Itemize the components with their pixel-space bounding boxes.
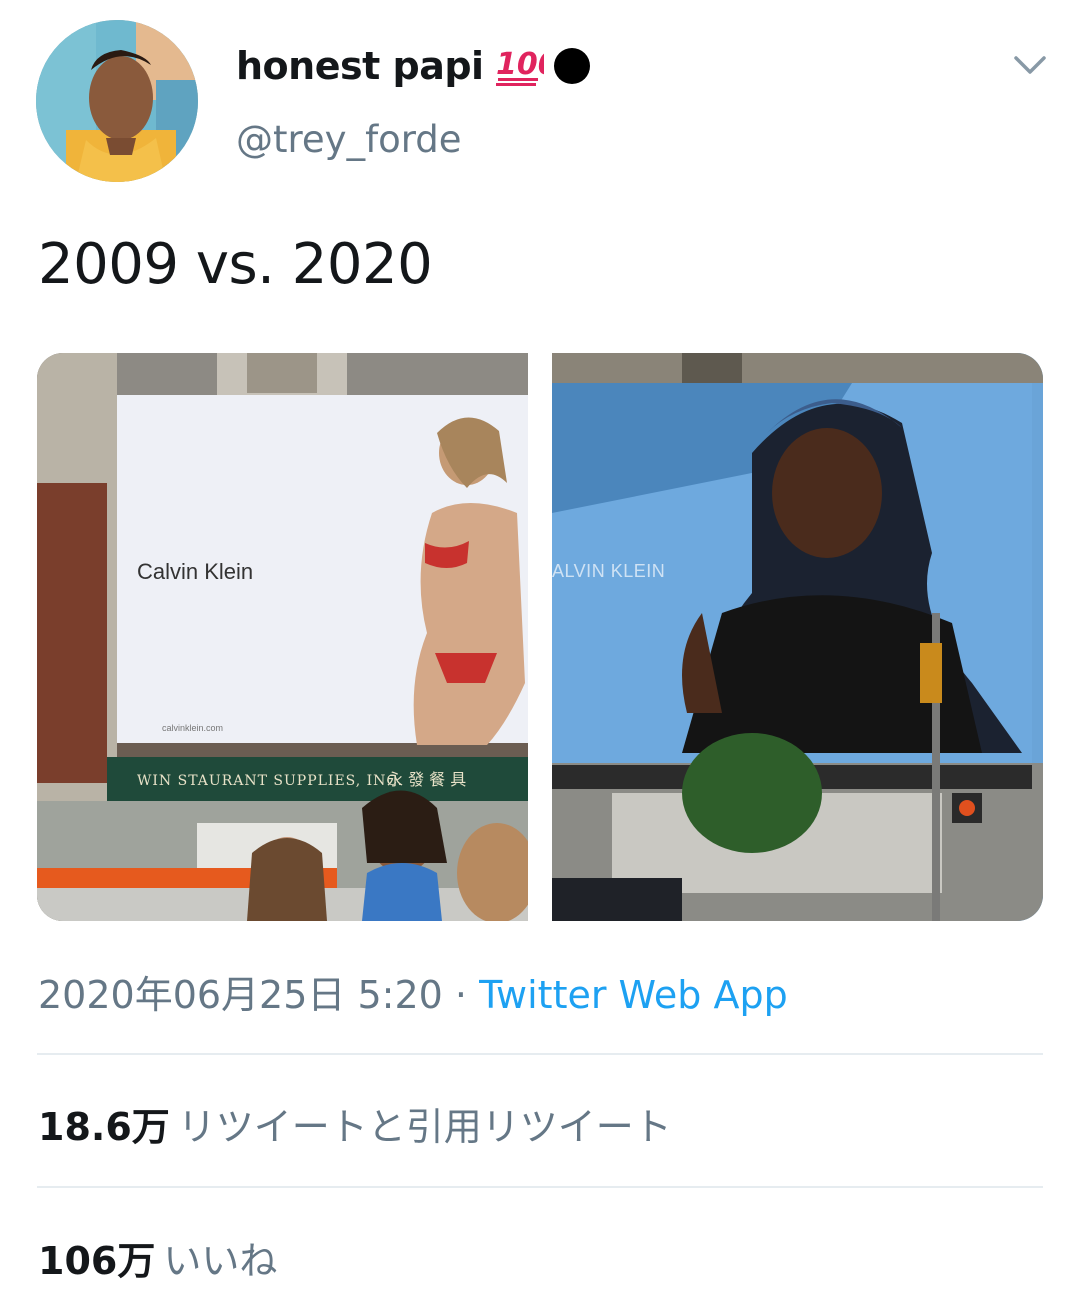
user-name-row[interactable]: honest papi 100 <box>236 40 590 92</box>
meta-separator: · <box>454 973 468 1017</box>
source-app-link[interactable]: Twitter Web App <box>479 973 788 1017</box>
timestamp[interactable]: 2020年06月25日 5:20 <box>38 973 443 1017</box>
billboard-2020-illustration <box>552 353 1043 921</box>
tweet-text: 2009 vs. 2020 <box>38 232 433 297</box>
retweets-stat[interactable]: 18.6万 リツイートと引用リツイート <box>38 1096 672 1151</box>
billboard-brand-2020: ALVIN KLEIN <box>552 561 666 581</box>
retweets-label: リツイートと引用リツイート <box>177 1105 672 1149</box>
likes-count: 106万 <box>38 1239 156 1283</box>
retweets-count: 18.6万 <box>38 1105 170 1149</box>
avatar[interactable] <box>36 20 198 182</box>
likes-label: いいね <box>163 1239 278 1283</box>
chevron-down-icon[interactable] <box>1010 50 1050 80</box>
store-sign-text: WIN STAURANT SUPPLIES, INC. <box>137 773 403 789</box>
likes-stat[interactable]: 106万 いいね <box>38 1230 277 1285</box>
chinese-sign-text: 永 發 餐 具 <box>387 770 466 789</box>
billboard-url-2009: calvinklein.com <box>162 723 224 733</box>
hundred-points-icon: 100 <box>495 47 544 86</box>
tweet-media: WIN STAURANT SUPPLIES, INC. 永 發 餐 具 Calv… <box>37 353 1043 921</box>
avatar-illustration <box>36 20 198 182</box>
display-name[interactable]: honest papi <box>236 44 484 88</box>
user-handle[interactable]: @trey_forde <box>236 118 462 161</box>
svg-text:100: 100 <box>496 47 544 82</box>
billboard-2009-illustration: WIN STAURANT SUPPLIES, INC. 永 發 餐 具 <box>37 353 528 921</box>
media-photo-2009[interactable]: WIN STAURANT SUPPLIES, INC. 永 發 餐 具 Calv… <box>37 353 528 921</box>
divider <box>37 1186 1043 1188</box>
black-circle-icon <box>553 48 590 84</box>
media-photo-2020[interactable]: ALVIN KLEIN <box>552 353 1043 921</box>
billboard-brand-2009: Calvin Klein <box>137 559 254 584</box>
divider <box>37 1053 1043 1055</box>
tweet-meta: 2020年06月25日 5:20 · Twitter Web App <box>38 964 788 1019</box>
